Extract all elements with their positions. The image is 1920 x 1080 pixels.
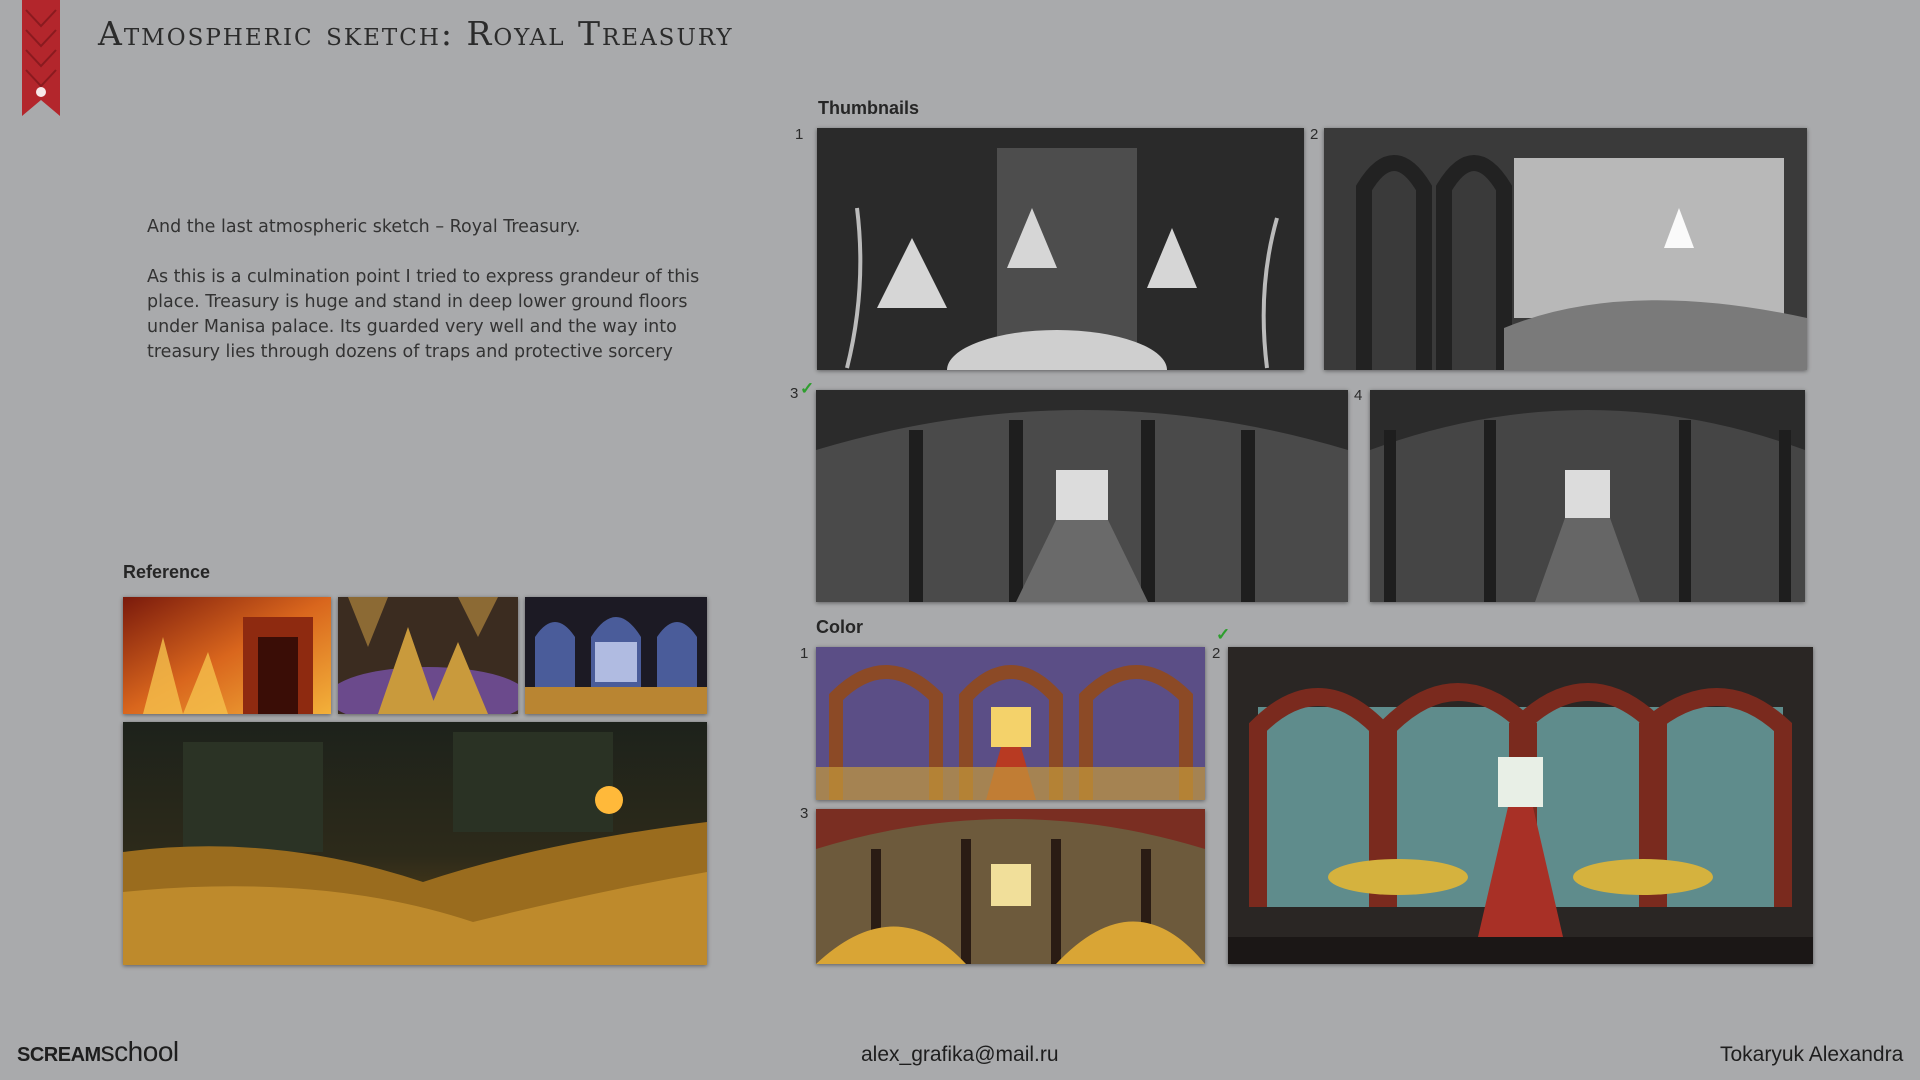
color-label: Color (816, 617, 863, 637)
check-icon: ✓ (800, 379, 815, 398)
color-1-number: 1 (800, 645, 809, 662)
color-sketch-1[interactable] (816, 647, 1205, 800)
reference-image-3[interactable] (525, 597, 707, 714)
check-icon: ✓ (1216, 625, 1231, 644)
reference-image-large[interactable] (123, 722, 707, 965)
author-name: Tokaryuk Alexandra (1720, 1043, 1904, 1066)
thumbnail-2[interactable] (1324, 128, 1807, 370)
scream-school-logo: screamschool (17, 1036, 179, 1067)
reference-image-2[interactable] (338, 597, 518, 714)
description-body: As this is a culmination point I tried t… (147, 267, 700, 362)
thumbnail-3-number: 3 (790, 385, 799, 402)
color-sketch-3[interactable] (816, 809, 1205, 964)
thumbnail-2-number: 2 (1310, 126, 1319, 143)
reference-label: Reference (123, 562, 211, 582)
thumbnail-4-number: 4 (1354, 387, 1363, 404)
thumbnail-4[interactable] (1370, 390, 1805, 602)
thumbnail-1[interactable] (817, 128, 1304, 370)
author-email: alex_grafika@mail.ru (861, 1043, 1059, 1066)
reference-image-1[interactable] (123, 597, 331, 714)
color-2-number: 2 (1212, 645, 1221, 662)
color-3-number: 3 (800, 805, 809, 822)
description: And the last atmospheric sketch – Royal … (147, 215, 707, 390)
thumbnail-3[interactable] (816, 390, 1348, 602)
ribbon-bookmark-icon (22, 0, 60, 116)
color-sketch-2[interactable] (1228, 647, 1813, 964)
page-title: Atmospheric sketch: Royal Treasury (98, 14, 734, 53)
description-intro: And the last atmospheric sketch – Royal … (147, 217, 581, 237)
thumbnail-1-number: 1 (795, 126, 804, 143)
thumbnails-label: Thumbnails (818, 98, 920, 118)
